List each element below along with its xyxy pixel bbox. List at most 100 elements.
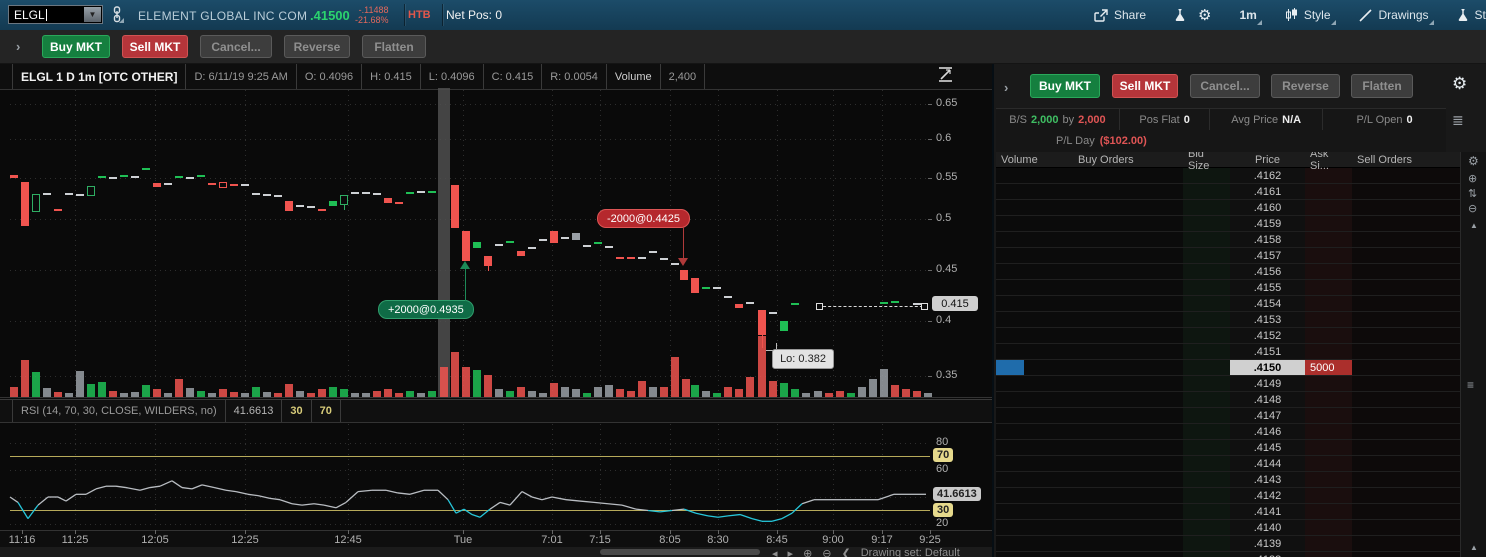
price-cell[interactable]: .4144 — [1230, 456, 1305, 471]
panel-list-icon[interactable]: ≣ — [1452, 112, 1464, 129]
price-cell[interactable]: .4150 — [1230, 360, 1305, 375]
expand-chevron-icon[interactable]: › — [16, 39, 20, 54]
order-toolbar: › Buy MKT Sell MKT Cancel... Reverse Fla… — [0, 30, 1486, 64]
buy-execution-bubble[interactable]: +2000@0.4935 — [378, 300, 474, 319]
ladder-row[interactable]: .4160 — [996, 200, 1460, 216]
ladder-row[interactable]: .4146 — [996, 424, 1460, 440]
price-cell[interactable]: .4152 — [1230, 328, 1305, 343]
price-cell[interactable]: .4140 — [1230, 520, 1305, 535]
buy-mkt-button[interactable]: Buy MKT — [42, 35, 110, 58]
ladder-row[interactable]: .4138 — [996, 552, 1460, 557]
ladder-row[interactable]: .4155 — [996, 280, 1460, 296]
panel-sell-mkt-button[interactable]: Sell MKT — [1112, 74, 1178, 98]
price-cell[interactable]: .4154 — [1230, 296, 1305, 311]
studies-button[interactable]: Studies — [1451, 4, 1486, 26]
reverse-button[interactable]: Reverse — [284, 35, 350, 58]
ladder-center-icon[interactable]: ⇅ — [1468, 189, 1477, 200]
ladder-row[interactable]: .4156 — [996, 264, 1460, 280]
panel-flatten-button[interactable]: Flatten — [1351, 74, 1413, 98]
price-cell[interactable]: .4143 — [1230, 472, 1305, 487]
price-cell[interactable]: .4155 — [1230, 280, 1305, 295]
price-cell[interactable]: .4138 — [1230, 552, 1305, 557]
price-cell[interactable]: .4145 — [1230, 440, 1305, 455]
price-cell[interactable]: .4149 — [1230, 376, 1305, 391]
price-cell[interactable]: .4141 — [1230, 504, 1305, 519]
panel-buy-mkt-button[interactable]: Buy MKT — [1030, 74, 1100, 98]
symbol-dropdown-button[interactable]: ▼ — [84, 7, 101, 22]
price-cell[interactable]: .4162 — [1230, 168, 1305, 183]
interval-selector[interactable]: 1m — [1233, 4, 1263, 26]
link-icon[interactable] — [111, 6, 125, 24]
column-header-bid-size[interactable]: Bid Size — [1183, 148, 1230, 172]
share-button[interactable]: Share — [1088, 4, 1152, 26]
drawings-button[interactable]: Drawings — [1353, 4, 1435, 26]
price-line-handle[interactable] — [921, 303, 928, 310]
column-header-price[interactable]: Price — [1230, 152, 1305, 168]
ladder-row[interactable]: .4157 — [996, 248, 1460, 264]
interval-label: 1m — [1239, 8, 1257, 22]
price-cell[interactable]: .4160 — [1230, 200, 1305, 215]
scroll-down-icon[interactable]: ▲ — [1470, 542, 1478, 553]
flatten-button[interactable]: Flatten — [362, 35, 426, 58]
ladder-row[interactable]: .4145 — [996, 440, 1460, 456]
panel-cancel-button[interactable]: Cancel... — [1190, 74, 1260, 98]
ladder-row[interactable]: .4141 — [996, 504, 1460, 520]
ladder-zoom-in-icon[interactable]: ⊕ — [1468, 174, 1477, 185]
sell-mkt-button[interactable]: Sell MKT — [122, 35, 188, 58]
symbol-value: ELGL — [14, 7, 45, 22]
ladder-row[interactable]: .4142 — [996, 488, 1460, 504]
ladder-zoom-out-icon[interactable]: ⊖ — [1468, 204, 1477, 215]
price-cell[interactable]: .4158 — [1230, 232, 1305, 247]
ladder-row[interactable]: .4148 — [996, 392, 1460, 408]
ladder-row[interactable]: .4154 — [996, 296, 1460, 312]
ladder-row[interactable]: .4161 — [996, 184, 1460, 200]
ladder-row[interactable]: .4147 — [996, 408, 1460, 424]
panel-expand-chevron-icon[interactable]: › — [1004, 80, 1008, 95]
scroll-up-icon[interactable]: ▲ — [1470, 220, 1478, 231]
ladder-row[interactable]: .4159 — [996, 216, 1460, 232]
ladder-gear-icon[interactable]: ⚙ — [1468, 155, 1479, 167]
cancel-button[interactable]: Cancel... — [200, 35, 272, 58]
sell-execution-bubble[interactable]: -2000@0.4425 — [597, 209, 690, 228]
price-cell[interactable]: .4148 — [1230, 392, 1305, 407]
panel-gear-icon[interactable]: ⚙ — [1452, 74, 1467, 94]
column-header-ask-si-[interactable]: Ask Si... — [1305, 148, 1352, 172]
pl-day-label: P/L Day — [1056, 135, 1095, 147]
price-tick — [928, 219, 932, 220]
ladder-row[interactable]: .4139 — [996, 536, 1460, 552]
price-cell[interactable]: .4156 — [1230, 264, 1305, 279]
ladder-row[interactable]: .4162 — [996, 168, 1460, 184]
ladder-row[interactable]: .4153 — [996, 312, 1460, 328]
price-cell[interactable]: .4153 — [1230, 312, 1305, 327]
column-header-sell-orders[interactable]: Sell Orders — [1352, 152, 1460, 168]
quick-study-button[interactable] — [1168, 4, 1192, 26]
column-header-buy-orders[interactable]: Buy Orders — [1073, 152, 1183, 168]
chart-settings-button[interactable]: ⚙ — [1192, 2, 1217, 28]
price-cell[interactable]: .4139 — [1230, 536, 1305, 551]
price-cell[interactable]: .4159 — [1230, 216, 1305, 231]
column-header-volume[interactable]: Volume — [996, 152, 1073, 168]
price-cell[interactable]: .4151 — [1230, 344, 1305, 359]
pl-open-stat: P/L Open 0 — [1323, 109, 1446, 131]
price-cell[interactable]: .4157 — [1230, 248, 1305, 263]
price-cell[interactable]: .4146 — [1230, 424, 1305, 439]
ladder-row[interactable]: .4158 — [996, 232, 1460, 248]
price-cell[interactable]: .4161 — [1230, 184, 1305, 199]
ladder-row[interactable]: .4150 5000 — [996, 360, 1460, 376]
price-cell[interactable]: .4147 — [1230, 408, 1305, 423]
time-tick-label: 8:30 — [707, 534, 729, 546]
ladder-row[interactable]: .4149 — [996, 376, 1460, 392]
style-button[interactable]: Style — [1279, 4, 1337, 26]
ladder-row[interactable]: .4143 — [996, 472, 1460, 488]
symbol-input[interactable]: ELGL ▼ — [8, 5, 103, 24]
ladder-row[interactable]: .4152 — [996, 328, 1460, 344]
ladder-row[interactable]: .4140 — [996, 520, 1460, 536]
ask-size-cell[interactable]: 5000 — [1305, 360, 1352, 375]
price-cell[interactable]: .4142 — [1230, 488, 1305, 503]
scrollbar-thumb-icon[interactable]: ≡ — [1467, 379, 1474, 391]
ladder-row[interactable]: .4151 — [996, 344, 1460, 360]
price-line-handle[interactable] — [816, 303, 823, 310]
price-ladder: Volume Buy Orders Bid Size Price Ask Si... Se… — [996, 148, 1461, 557]
panel-reverse-button[interactable]: Reverse — [1271, 74, 1340, 98]
ladder-row[interactable]: .4144 — [996, 456, 1460, 472]
